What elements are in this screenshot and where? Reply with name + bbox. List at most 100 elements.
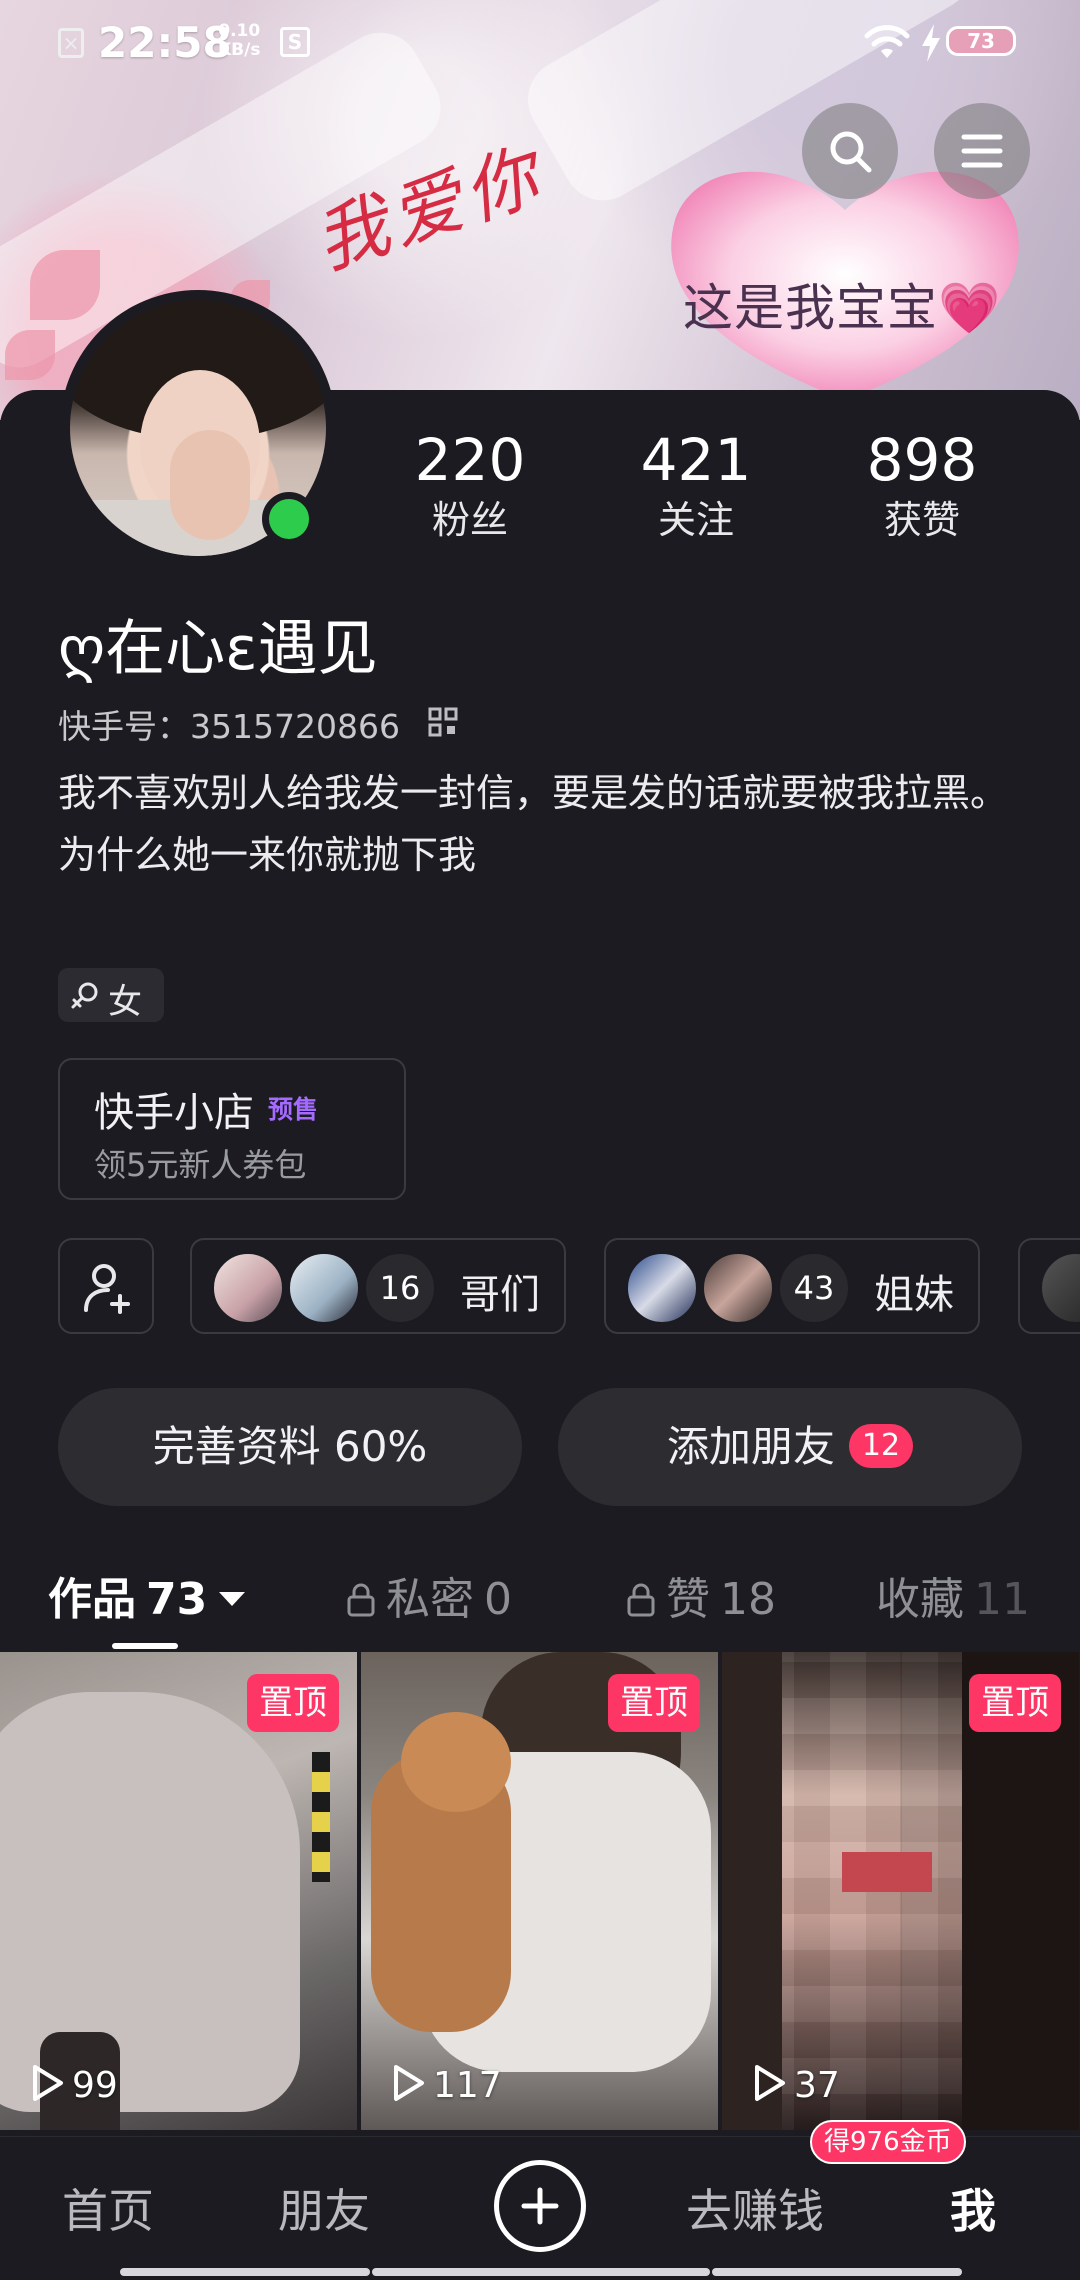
bio: 我不喜欢别人给我发一封信，要是发的话就要被我拉黑。 为什么她一来你就抛下我 [58,762,1038,886]
status-time: 22:58 [98,18,232,67]
group-member-count: 16 [364,1252,436,1324]
plus-icon [521,2187,559,2225]
heart-sticker-text: 这是我宝宝💗 [683,279,1002,337]
tab-label: 赞 [666,1574,710,1625]
tab-label: 私密 [386,1574,474,1625]
tab-count: 0 [484,1574,512,1625]
lock-icon [347,1583,375,1617]
nav-me[interactable]: 我 [950,2175,996,2241]
kuaishou-id-value: 3515720866 [190,707,400,746]
play-icon [394,2065,424,2101]
thumbnail-image-part [722,1652,782,2130]
online-status-dot [262,492,316,546]
group-member-avatar [288,1252,360,1324]
add-friends-badge: 12 [849,1424,913,1468]
play-count: 37 [752,2063,840,2106]
shop-title: 快手小店 [94,1090,254,1136]
stat-label: 粉丝 [431,498,508,542]
stat-value: 898 [866,426,978,494]
group-member-count: 43 [778,1252,850,1324]
group-row: 16 哥们 43 姐妹 [0,1238,1080,1334]
female-icon [71,982,98,1009]
active-tab-indicator [112,1643,178,1649]
add-friends-button[interactable]: 添加朋友 12 [558,1388,1022,1506]
play-icon [33,2065,63,2101]
tab-label: 收藏 [876,1574,964,1625]
group-member-avatar [702,1252,774,1324]
kuaishou-id-label: 快手号： [58,707,190,746]
menu-icon [961,134,1003,168]
bio-line: 我不喜欢别人给我发一封信，要是发的话就要被我拉黑。 [58,771,1009,815]
wifi-icon [864,25,910,58]
pinned-badge: 置顶 [608,1674,700,1732]
lock-icon [627,1583,655,1617]
tab-works[interactable]: 作品 73 [48,1563,246,1627]
thumbnail-image-part [842,1852,932,1892]
coin-reward-badge: 得976金币 [810,2120,966,2164]
tab-private[interactable]: 私密 0 [346,1563,512,1627]
net-speed: 0.10 KB/s [218,22,260,60]
group-chip-buddies[interactable]: 16 哥们 [190,1238,566,1334]
search-icon [830,131,872,173]
stat-following[interactable]: 421 关注 [596,425,796,545]
nav-earn[interactable]: 去赚钱 [686,2175,824,2241]
banner-decor [5,330,55,380]
thumbnail-image-part [401,1712,511,1812]
stat-fans[interactable]: 220 粉丝 [370,425,570,545]
kuaishou-shop-card[interactable]: 快手小店 预售 领5元新人券包 [58,1058,406,1200]
video-thumbnail[interactable]: 置顶 37 [722,1652,1079,2130]
system-gesture-bar [712,2268,962,2276]
avatar-image-part [170,430,250,540]
app-notification-icon: S [280,27,310,57]
battery-icon: 73 [946,26,1016,56]
nav-home[interactable]: 首页 [62,2175,154,2241]
complete-profile-label: 完善资料 60% [152,1422,428,1471]
stat-value: 421 [640,426,752,494]
group-chip-sisters[interactable]: 43 姐妹 [604,1238,980,1334]
tab-count: 18 [720,1574,776,1625]
qrcode-icon[interactable] [428,707,458,737]
group-member-avatar [1040,1252,1080,1324]
kuaishou-id[interactable]: 快手号：3515720866 [58,700,400,748]
group-chip-more[interactable] [1018,1238,1080,1334]
play-count-value: 37 [794,2065,840,2106]
play-count-value: 117 [433,2065,502,2106]
shop-subtitle: 领5元新人券包 [94,1146,307,1184]
complete-profile-button[interactable]: 完善资料 60% [58,1388,522,1506]
play-icon [755,2065,785,2101]
add-user-icon [84,1264,130,1314]
net-speed-unit: KB/s [218,40,261,60]
group-member-avatar [626,1252,698,1324]
stat-label: 获赞 [883,498,960,542]
system-gesture-bar [372,2268,710,2276]
net-speed-value: 0.10 [218,21,261,41]
tab-favorites[interactable]: 收藏 11 [876,1563,1030,1627]
video-thumbnail[interactable]: 置顶 99 [0,1652,357,2130]
charging-icon [922,24,940,62]
notification-icon: × [58,28,84,58]
group-name: 哥们 [460,1272,540,1318]
tab-count: 73 [146,1574,208,1625]
tab-label: 作品 [48,1574,136,1625]
nav-create-button[interactable] [494,2160,586,2252]
add-friend-icon-button[interactable] [58,1238,154,1334]
nickname: ღ在心ε遇见 [58,614,378,684]
gender-tag: 女 [58,968,164,1022]
pinned-badge: 置顶 [247,1674,339,1732]
video-grid: 置顶 99 置顶 117 置顶 37 [0,1652,1080,2130]
system-gesture-bar [120,2268,370,2276]
thumbnail-image-part [312,1752,330,1882]
menu-button[interactable] [934,103,1030,199]
play-count: 99 [30,2063,118,2106]
pinned-badge: 置顶 [969,1674,1061,1732]
stat-likes[interactable]: 898 获赞 [822,425,1022,545]
video-thumbnail[interactable]: 置顶 117 [361,1652,718,2130]
tab-count: 11 [974,1574,1030,1625]
nav-friends[interactable]: 朋友 [278,2175,370,2241]
play-count: 117 [391,2063,502,2106]
chevron-down-icon[interactable] [219,1592,246,1606]
tab-likes[interactable]: 赞 18 [626,1563,776,1627]
status-bar: × 22:58 0.10 KB/s S 73 [0,0,1080,84]
add-friends-label: 添加朋友 [666,1422,835,1471]
search-button[interactable] [802,103,898,199]
